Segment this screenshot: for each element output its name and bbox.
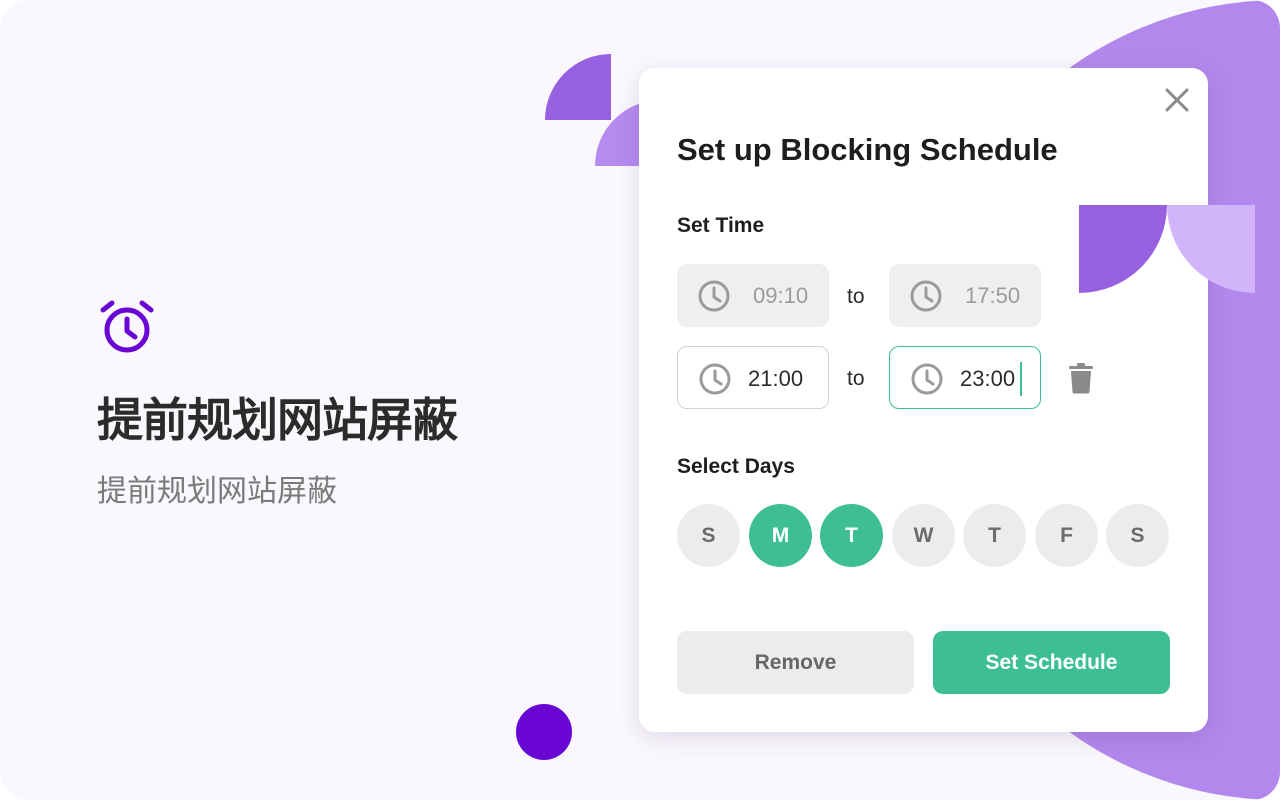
clock-icon	[910, 280, 942, 312]
set-schedule-button[interactable]: Set Schedule	[933, 631, 1170, 694]
close-icon[interactable]	[1163, 86, 1191, 114]
end-time-field-1[interactable]: 17:50	[889, 264, 1041, 327]
start-time-value: 21:00	[748, 366, 804, 391]
day-thursday[interactable]: T	[963, 504, 1026, 567]
to-label: to	[847, 367, 865, 390]
day-wednesday[interactable]: W	[892, 504, 955, 567]
day-friday[interactable]: F	[1035, 504, 1098, 567]
end-time-input-2[interactable]: 23:00	[889, 346, 1041, 409]
day-tuesday[interactable]: T	[820, 504, 883, 567]
promo-canvas: 提前规划网站屏蔽 提前规划网站屏蔽 Set up Blocking Schedu…	[0, 0, 1280, 800]
day-sunday[interactable]: S	[677, 504, 740, 567]
day-saturday[interactable]: S	[1106, 504, 1169, 567]
decor-quarter-circle-1	[545, 54, 611, 120]
dialog-title: Set up Blocking Schedule	[677, 132, 1058, 167]
trash-icon[interactable]	[1067, 362, 1095, 394]
clock-icon	[911, 363, 943, 395]
to-label: to	[847, 285, 865, 308]
text-caret	[1020, 362, 1022, 396]
clock-icon	[699, 363, 731, 395]
schedule-dialog: Set up Blocking Schedule Set Time 09:10 …	[639, 68, 1208, 732]
start-time-value: 09:10	[753, 283, 809, 308]
alarm-clock-icon	[100, 300, 154, 353]
clock-icon	[698, 280, 730, 312]
set-time-label: Set Time	[677, 214, 765, 237]
select-days-label: Select Days	[677, 455, 795, 478]
start-time-field-2[interactable]: 21:00	[677, 346, 829, 409]
end-time-value: 17:50	[965, 283, 1021, 308]
hero-subtitle: 提前规划网站屏蔽	[97, 474, 337, 509]
decor-dot	[516, 704, 572, 760]
start-time-field-1[interactable]: 09:10	[677, 264, 829, 327]
day-monday[interactable]: M	[749, 504, 812, 567]
remove-button[interactable]: Remove	[677, 631, 914, 694]
end-time-value: 23:00	[960, 366, 1016, 391]
hero-title: 提前规划网站屏蔽	[97, 393, 458, 447]
